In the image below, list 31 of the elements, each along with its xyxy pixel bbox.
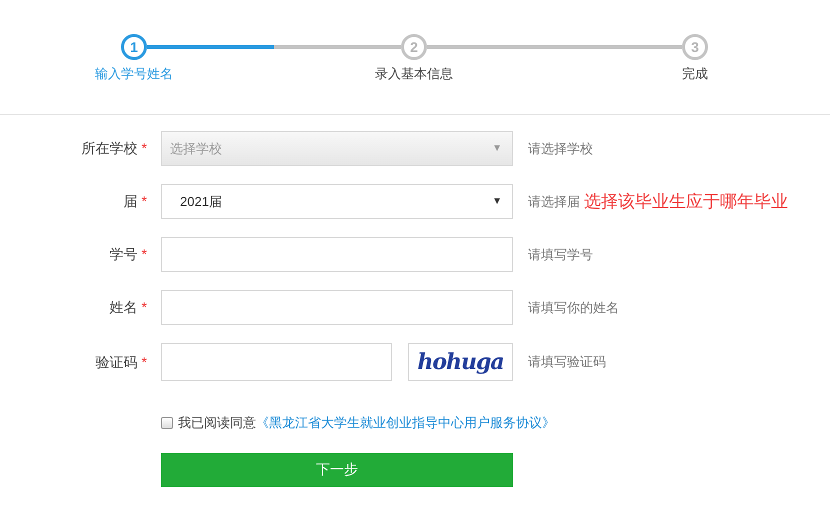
field-hint: 请填写你的姓名	[528, 298, 619, 317]
field-note: 选择该毕业生应于哪年毕业	[584, 190, 788, 213]
input-field[interactable]	[161, 290, 513, 325]
field-hint: 请选择届	[528, 192, 580, 211]
field-label: 验证码	[96, 352, 138, 372]
field-hint: 请填写验证码	[528, 353, 606, 372]
field-label: 学号	[110, 245, 138, 264]
agree-checkbox[interactable]	[161, 416, 173, 429]
step-number: 3	[682, 34, 708, 60]
step-label: 输入学号姓名	[95, 65, 173, 83]
select-field[interactable]: 2021届 ▼	[161, 184, 513, 219]
required-mark: *	[142, 245, 147, 264]
captcha-image[interactable]: hohuga	[408, 343, 513, 381]
input-field[interactable]	[161, 343, 392, 381]
field-label: 所在学校	[82, 139, 138, 158]
next-button[interactable]: 下一步	[161, 452, 513, 486]
field-hint: 请选择学校	[528, 140, 593, 158]
required-mark: *	[142, 139, 147, 158]
step-label: 完成	[682, 65, 708, 83]
field-label: 届	[124, 192, 138, 211]
step-number: 1	[121, 34, 147, 60]
input-field[interactable]	[161, 237, 513, 272]
required-mark: *	[142, 352, 147, 372]
required-mark: *	[142, 192, 147, 211]
agreement-link[interactable]: 《黑龙江省大学生就业创业指导中心用户服务协议》	[256, 413, 555, 432]
step-number: 2	[401, 34, 427, 60]
required-mark: *	[142, 298, 147, 317]
field-hint: 请填写学号	[528, 246, 593, 264]
field-label: 姓名	[110, 298, 138, 317]
agree-text: 我已阅读同意	[178, 414, 256, 432]
step-label: 录入基本信息	[375, 65, 453, 83]
